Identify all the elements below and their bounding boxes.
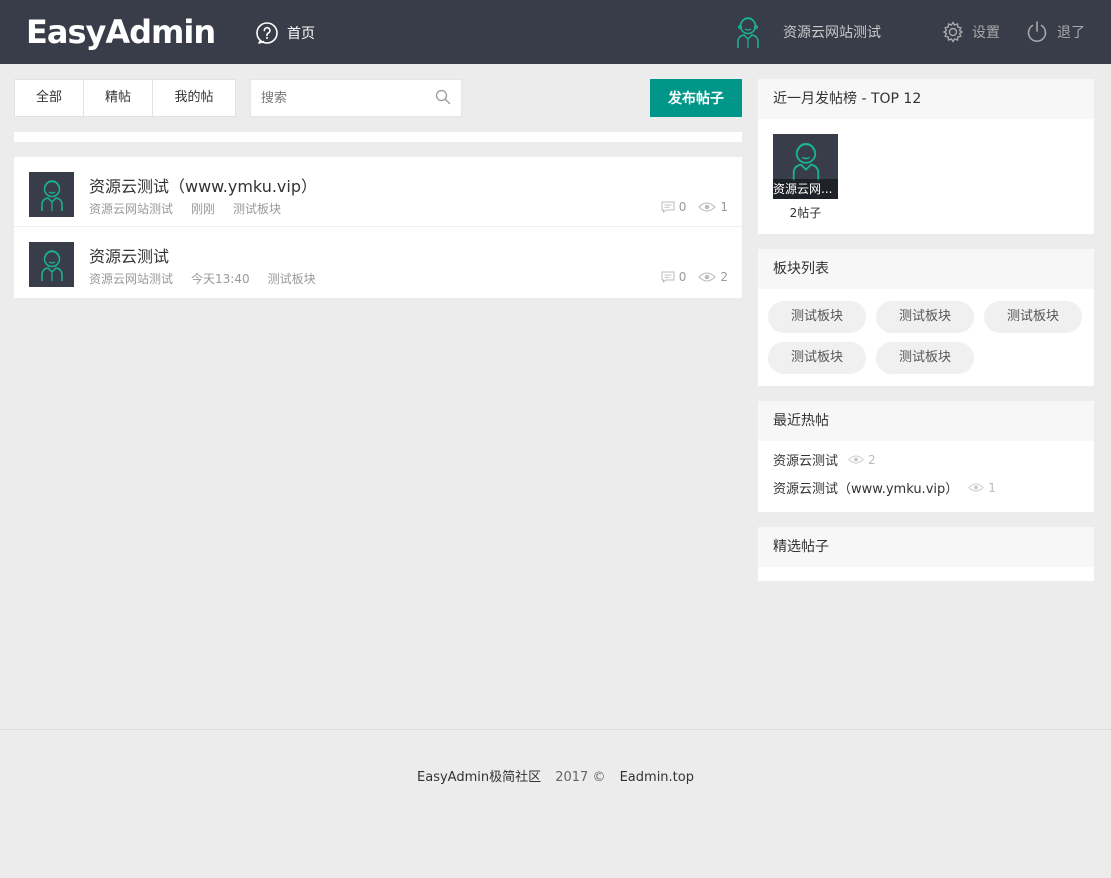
top-strip <box>14 132 742 142</box>
gear-icon <box>942 21 964 43</box>
settings-label: 设置 <box>972 25 1000 41</box>
tab-featured[interactable]: 精帖 <box>84 80 153 116</box>
eye-icon <box>698 272 717 282</box>
tab-mine[interactable]: 我的帖 <box>153 80 235 116</box>
hot-post-title[interactable]: 资源云测试（www.ymku.vip） <box>773 478 958 497</box>
view-count: 2 <box>720 270 728 284</box>
post-stats: 0 2 <box>661 270 728 284</box>
footer-link[interactable]: Eadmin.top <box>620 770 694 785</box>
eye-icon <box>698 202 717 212</box>
footer-divider <box>0 729 1111 730</box>
comment-icon <box>661 201 675 213</box>
logout-label: 退了 <box>1057 25 1085 41</box>
user-avatar-icon <box>792 142 820 181</box>
post-time: 刚刚 <box>191 202 216 216</box>
post-author[interactable]: 资源云网站测试 <box>89 270 173 287</box>
avatar[interactable] <box>29 172 74 217</box>
board-pill[interactable]: 测试板块 <box>876 301 974 333</box>
filter-tabs: 全部 精帖 我的帖 <box>14 79 236 117</box>
post-meta: 资源云网站测试 今天13:40 测试板块 <box>89 270 334 287</box>
post-stats: 0 1 <box>661 200 728 214</box>
hot-post-item: 资源云测试 2 <box>773 450 876 470</box>
question-circle-icon <box>256 22 278 44</box>
tab-all[interactable]: 全部 <box>15 80 84 116</box>
search-icon[interactable] <box>435 89 451 105</box>
post-category[interactable]: 测试板块 <box>268 270 316 287</box>
board-pill[interactable]: 测试板块 <box>876 342 974 374</box>
search-input[interactable] <box>251 80 431 116</box>
user-avatar-icon <box>40 249 63 281</box>
search-box <box>250 79 462 117</box>
top-posters-card: 近一月发帖榜 - TOP 12 资源云网... 2帖子 <box>758 79 1094 234</box>
top-posters-title: 近一月发帖榜 - TOP 12 <box>758 79 1094 119</box>
footer-site-name: EasyAdmin极简社区 <box>417 770 542 785</box>
featured-posts-card: 精选帖子 <box>758 527 1094 581</box>
avatar[interactable] <box>29 242 74 287</box>
boards-title: 板块列表 <box>758 249 1094 289</box>
top-header: EasyAdmin 首页 资源云网站测试 设置 退了 <box>0 0 1111 64</box>
comment-icon <box>661 271 675 283</box>
user-avatar-icon <box>737 17 759 48</box>
footer-copyright: 2017 © <box>555 770 606 785</box>
list-item: 资源云测试（www.ymku.vip） 资源云网站测试 刚刚 测试板块 0 1 <box>14 157 742 227</box>
post-title[interactable]: 资源云测试（www.ymku.vip） <box>89 173 317 197</box>
view-count: 1 <box>720 200 728 214</box>
hot-posts-card: 最近热帖 资源云测试 2 资源云测试（www.ymku.vip） 1 <box>758 401 1094 512</box>
post-title[interactable]: 资源云测试 <box>89 243 169 267</box>
top-user-avatar[interactable]: 资源云网... <box>773 134 838 199</box>
featured-posts-title: 精选帖子 <box>758 527 1094 567</box>
footer: EasyAdmin极简社区 2017 © Eadmin.top <box>0 766 1111 785</box>
hot-post-views: 2 <box>868 452 876 467</box>
post-meta: 资源云网站测试 刚刚 测试板块 <box>89 200 299 217</box>
comment-count: 0 <box>678 200 687 214</box>
settings-link[interactable]: 设置 <box>942 19 1000 45</box>
comment-count: 0 <box>678 270 687 284</box>
boards-card: 板块列表 测试板块 测试板块 测试板块 测试板块 测试板块 <box>758 249 1094 386</box>
hot-post-title[interactable]: 资源云测试 <box>773 450 838 469</box>
hot-post-item: 资源云测试（www.ymku.vip） 1 <box>773 478 996 498</box>
nav-home-link[interactable]: 首页 <box>255 20 315 46</box>
nav-home-label: 首页 <box>287 26 315 42</box>
hot-posts-title: 最近热帖 <box>758 401 1094 441</box>
logout-link[interactable]: 退了 <box>1025 19 1085 45</box>
post-time: 今天13:40 <box>191 272 250 286</box>
post-list: 资源云测试（www.ymku.vip） 资源云网站测试 刚刚 测试板块 0 1 <box>14 157 742 298</box>
board-pill[interactable]: 测试板块 <box>768 342 866 374</box>
list-item: 资源云测试 资源云网站测试 今天13:40 测试板块 0 2 <box>14 227 742 297</box>
hot-post-views: 1 <box>988 480 996 495</box>
user-menu[interactable]: 资源云网站测试 <box>735 14 881 50</box>
eye-icon <box>848 455 864 464</box>
top-user-name: 资源云网... <box>773 179 838 199</box>
username-label: 资源云网站测试 <box>783 25 881 41</box>
board-pill[interactable]: 测试板块 <box>768 301 866 333</box>
power-icon <box>1027 21 1047 42</box>
user-avatar-icon <box>40 179 63 211</box>
board-pill[interactable]: 测试板块 <box>984 301 1082 333</box>
site-logo[interactable]: EasyAdmin <box>26 12 216 52</box>
post-category[interactable]: 测试板块 <box>233 200 281 217</box>
eye-icon <box>968 483 985 492</box>
top-user-post-count: 2帖子 <box>789 206 822 220</box>
post-author[interactable]: 资源云网站测试 <box>89 200 173 217</box>
publish-post-button[interactable]: 发布帖子 <box>650 79 742 117</box>
